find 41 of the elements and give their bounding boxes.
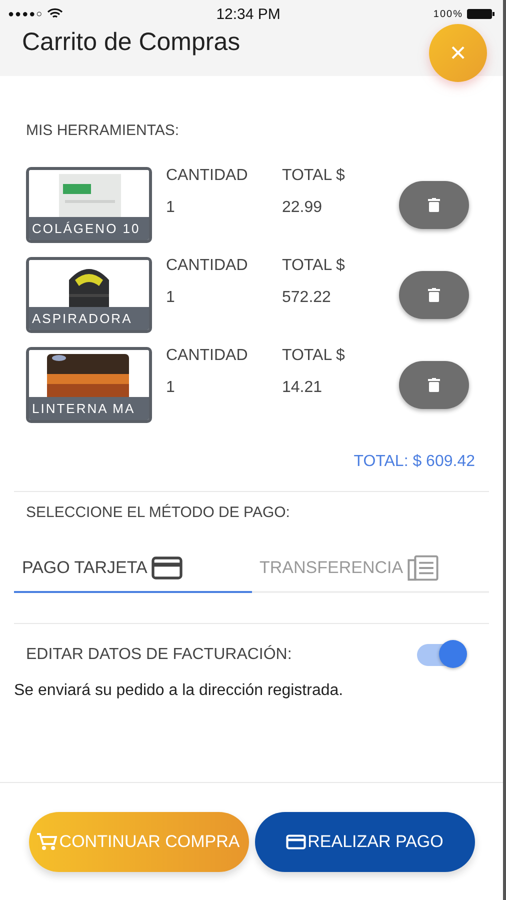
- delete-button[interactable]: [399, 361, 469, 409]
- total-label: TOTAL $: [282, 347, 346, 365]
- billing-label: EDITAR DATOS DE FACTURACIÓN:: [26, 646, 292, 664]
- total-value: 572.22: [282, 289, 332, 307]
- credit-card-icon: [286, 834, 306, 850]
- pay-button[interactable]: REALIZAR PAGO: [254, 812, 474, 872]
- quantity-label: CANTIDAD: [166, 167, 249, 185]
- delete-button[interactable]: [399, 181, 469, 229]
- quantity-value: 1: [166, 289, 176, 307]
- total-value: 22.99: [282, 199, 324, 217]
- product-name: LINTERNA MA: [29, 397, 149, 420]
- battery-icon: [467, 8, 495, 20]
- cart-icon: [37, 832, 58, 850]
- quantity-value: 1: [166, 199, 176, 217]
- signal-dots: ●●●●○: [8, 8, 44, 20]
- product-name: ASPIRADORA: [29, 307, 149, 330]
- newspaper-icon: [407, 555, 440, 581]
- quantity-label: CANTIDAD: [166, 347, 249, 365]
- delete-button[interactable]: [399, 271, 469, 319]
- section-heading: MIS HERRAMIENTAS:: [25, 122, 180, 139]
- total-label: TOTAL $: [282, 167, 346, 185]
- product-card[interactable]: LINTERNA MA: [26, 347, 152, 423]
- product-name: COLÁGENO 10: [29, 217, 149, 240]
- total-label: TOTAL $: [282, 257, 346, 275]
- credit-card-icon: [151, 556, 184, 580]
- wifi-icon: [47, 8, 64, 20]
- battery-percent: 100%: [433, 8, 463, 20]
- trash-icon: [428, 378, 440, 392]
- product-card[interactable]: ASPIRADORA: [26, 257, 152, 333]
- shipping-note: Se enviará su pedido a la dirección registrada.: [14, 682, 344, 700]
- trash-icon: [428, 288, 440, 302]
- quantity-value: 1: [166, 379, 176, 397]
- product-card[interactable]: COLÁGENO 10: [26, 167, 152, 243]
- quantity-label: CANTIDAD: [166, 257, 249, 275]
- total-value: 14.21: [282, 379, 324, 397]
- status-time: 12:34 PM: [216, 6, 280, 22]
- trash-icon: [428, 198, 440, 212]
- section-heading: SELECCIONE EL MÉTODO DE PAGO:: [25, 504, 291, 521]
- payment-tab[interactable]: PAGO TARJETA: [14, 549, 252, 593]
- cart-total: TOTAL: $ 609.42: [354, 453, 475, 471]
- page-title: Carrito de Compras: [22, 28, 240, 57]
